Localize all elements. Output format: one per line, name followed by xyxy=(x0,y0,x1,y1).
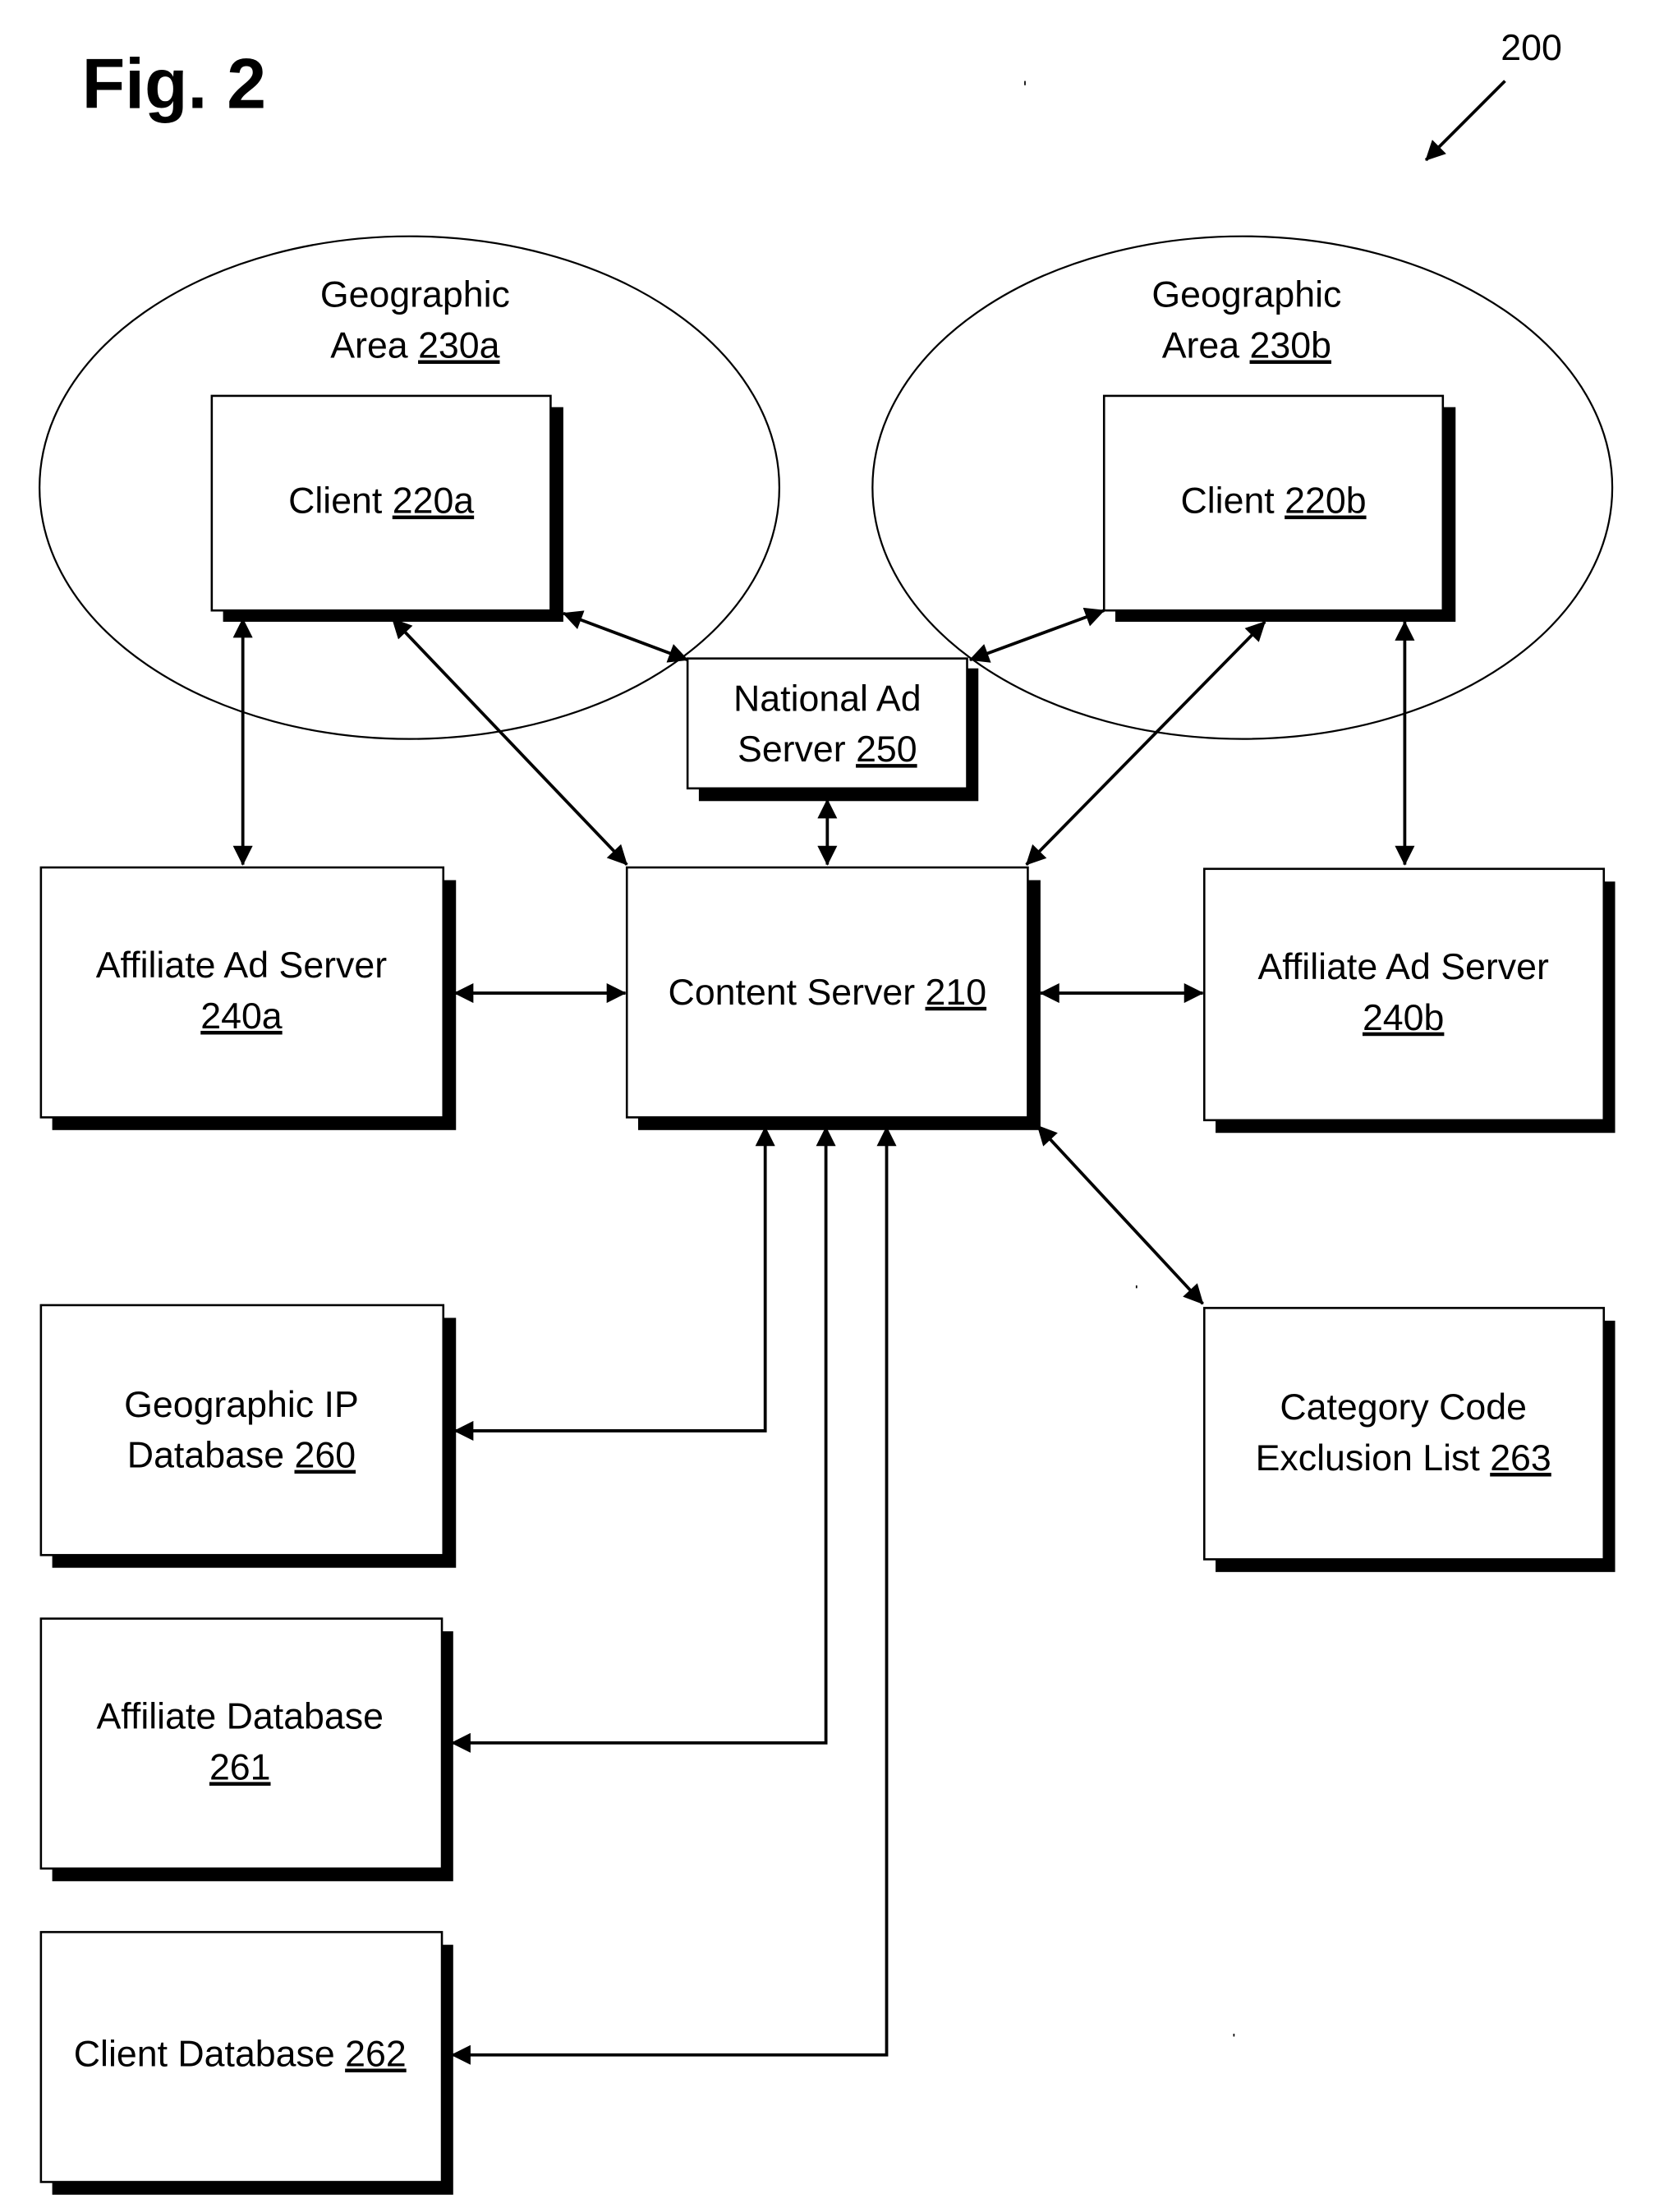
national-ad-server-line2: Server 250 xyxy=(738,729,917,770)
connector-client-a-content-server xyxy=(391,618,628,866)
client-220a-label: Client 220a xyxy=(288,481,474,522)
reference-numeral: 250 xyxy=(856,729,917,770)
geographic-ip-database-box xyxy=(39,1304,445,1557)
connector-content-server-geo-ip-db xyxy=(453,1126,775,1441)
affiliate-ad-server-240b-node: Affiliate Ad Server 240b xyxy=(1203,867,1616,1134)
category-code-list-line1: Category Code xyxy=(1280,1387,1527,1428)
area-a-ref: 230a xyxy=(418,326,500,366)
reference-numeral: 263 xyxy=(1490,1438,1551,1478)
reference-numeral: 220a xyxy=(393,481,475,522)
label-text: Exclusion List xyxy=(1256,1438,1491,1478)
area-a-prefix: Area xyxy=(330,326,418,366)
connector-client-a-national xyxy=(562,610,689,663)
figure-title: Fig. 2 xyxy=(82,44,266,123)
client-220b-node: Client 220b xyxy=(1102,394,1456,622)
geographic-ip-database-260-node: Geographic IP Database 260 xyxy=(39,1304,457,1568)
client-database-label: Client Database 262 xyxy=(74,2034,407,2074)
system-diagram: Fig. 2 200 Geographic Area 230a Geograph… xyxy=(39,28,1616,2195)
affiliate-database-ref: 261 xyxy=(209,1748,271,1788)
geographic-ip-database-line1: Geographic IP xyxy=(124,1385,359,1425)
label-text: Database xyxy=(127,1436,295,1476)
affiliate-ad-server-240a-node: Affiliate Ad Server 240a xyxy=(39,866,457,1130)
label-text: Client xyxy=(288,481,393,522)
connector-client-b-national xyxy=(968,607,1105,663)
area-b-line1: Geographic xyxy=(1151,275,1341,315)
area-b-prefix: Area xyxy=(1162,326,1250,366)
content-server-label: Content Server 210 xyxy=(669,973,987,1013)
connector-client-b-content-server xyxy=(1025,620,1266,866)
connector-content-server-client-db xyxy=(450,1126,897,2065)
reference-numeral: 262 xyxy=(345,2034,407,2074)
client-database-262-node: Client Database 262 xyxy=(39,1930,453,2195)
category-code-exclusion-list-263-node: Category Code Exclusion List 263 xyxy=(1203,1307,1616,1572)
patent-figure: Fig. 2 200 Geographic Area 230a Geograph… xyxy=(0,0,1673,2208)
client-220b-label: Client 220b xyxy=(1180,481,1366,522)
label-text: Client xyxy=(1180,481,1285,522)
category-code-list-line2: Exclusion List 263 xyxy=(1256,1438,1551,1478)
area-a-line2: Area 230a xyxy=(330,326,499,366)
geographic-ip-database-line2: Database 260 xyxy=(127,1436,356,1476)
geographic-area-230b-label: Geographic Area 230b xyxy=(1151,275,1341,366)
affiliate-database-261-node: Affiliate Database 261 xyxy=(39,1617,453,1882)
figure-reference-number: 200 xyxy=(1501,28,1562,68)
label-text: Server xyxy=(738,729,856,770)
national-ad-server-250-node: National Ad Server 250 xyxy=(686,657,979,802)
affiliate-ad-server-b-box xyxy=(1203,867,1606,1122)
client-220a-node: Client 220a xyxy=(210,394,563,622)
area-a-line1: Geographic xyxy=(320,275,510,315)
category-code-list-box xyxy=(1203,1307,1606,1561)
label-text: Content Server xyxy=(669,973,926,1013)
reference-numeral: 220b xyxy=(1285,481,1366,522)
affiliate-ad-server-b-ref: 240b xyxy=(1363,998,1444,1038)
area-b-ref: 230b xyxy=(1250,326,1331,366)
affiliate-ad-server-a-box xyxy=(39,866,445,1119)
area-b-line2: Area 230b xyxy=(1162,326,1331,366)
reference-numeral: 260 xyxy=(295,1436,356,1476)
affiliate-ad-server-a-ref: 240a xyxy=(200,996,283,1037)
connector-content-server-affiliate-db xyxy=(450,1126,836,1753)
affiliate-database-line1: Affiliate Database xyxy=(97,1697,384,1737)
connector-content-server-category-list xyxy=(1036,1124,1204,1305)
geographic-area-230a-label: Geographic Area 230a xyxy=(320,275,510,366)
reference-numeral: 210 xyxy=(926,973,987,1013)
affiliate-ad-server-b-line1: Affiliate Ad Server xyxy=(1257,947,1548,987)
national-ad-server-line1: National Ad xyxy=(733,678,922,719)
affiliate-ad-server-a-line1: Affiliate Ad Server xyxy=(96,945,387,986)
affiliate-database-box xyxy=(39,1617,444,1870)
label-text: Client Database xyxy=(74,2034,345,2074)
reference-pointer-arrow xyxy=(1424,80,1506,162)
content-server-210-node: Content Server 210 xyxy=(625,866,1041,1130)
